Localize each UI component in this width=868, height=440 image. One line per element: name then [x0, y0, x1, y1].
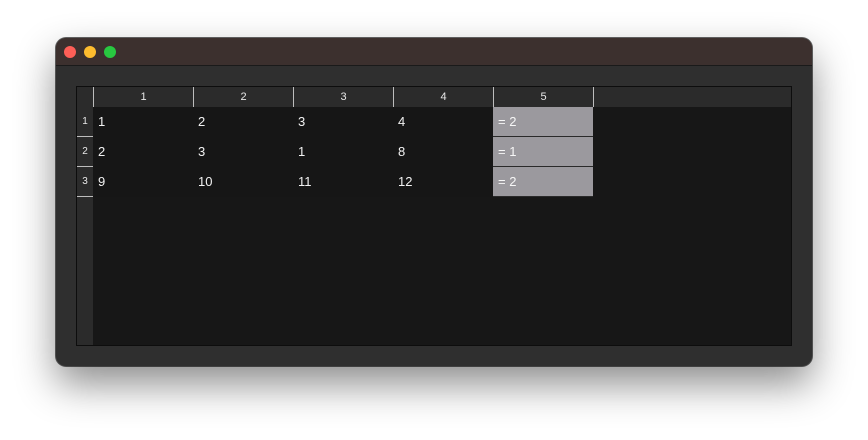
cell[interactable]: 2: [93, 137, 193, 167]
cell[interactable]: 4: [393, 107, 493, 137]
close-window-button[interactable]: [64, 46, 76, 58]
title-bar[interactable]: [56, 38, 812, 66]
column-header-1[interactable]: 1: [93, 87, 193, 107]
spreadsheet-grid: 1 2 3 4 5 1 2 3 1 2 3 4 = 2 2 3 1 8 = 1 …: [76, 86, 792, 346]
minimize-window-button[interactable]: [84, 46, 96, 58]
formula-cell[interactable]: = 2: [493, 107, 593, 137]
maximize-window-button[interactable]: [104, 46, 116, 58]
cell[interactable]: 10: [193, 167, 293, 197]
cell[interactable]: 8: [393, 137, 493, 167]
row-header-2[interactable]: 2: [77, 137, 93, 167]
column-header-divider: [593, 87, 594, 107]
cell[interactable]: 11: [293, 167, 393, 197]
column-header-5[interactable]: 5: [493, 87, 593, 107]
cell[interactable]: 2: [193, 107, 293, 137]
cell[interactable]: 1: [293, 137, 393, 167]
formula-cell[interactable]: = 1: [493, 137, 593, 167]
column-header-3[interactable]: 3: [293, 87, 393, 107]
cell[interactable]: 3: [293, 107, 393, 137]
column-header-2[interactable]: 2: [193, 87, 293, 107]
cell[interactable]: 12: [393, 167, 493, 197]
app-window: 1 2 3 4 5 1 2 3 1 2 3 4 = 2 2 3 1 8 = 1 …: [56, 38, 812, 366]
formula-cell[interactable]: = 2: [493, 167, 593, 197]
cell[interactable]: 3: [193, 137, 293, 167]
column-header-4[interactable]: 4: [393, 87, 493, 107]
row-header-1[interactable]: 1: [77, 107, 93, 137]
cell[interactable]: 9: [93, 167, 193, 197]
cell[interactable]: 1: [93, 107, 193, 137]
row-header-3[interactable]: 3: [77, 167, 93, 197]
